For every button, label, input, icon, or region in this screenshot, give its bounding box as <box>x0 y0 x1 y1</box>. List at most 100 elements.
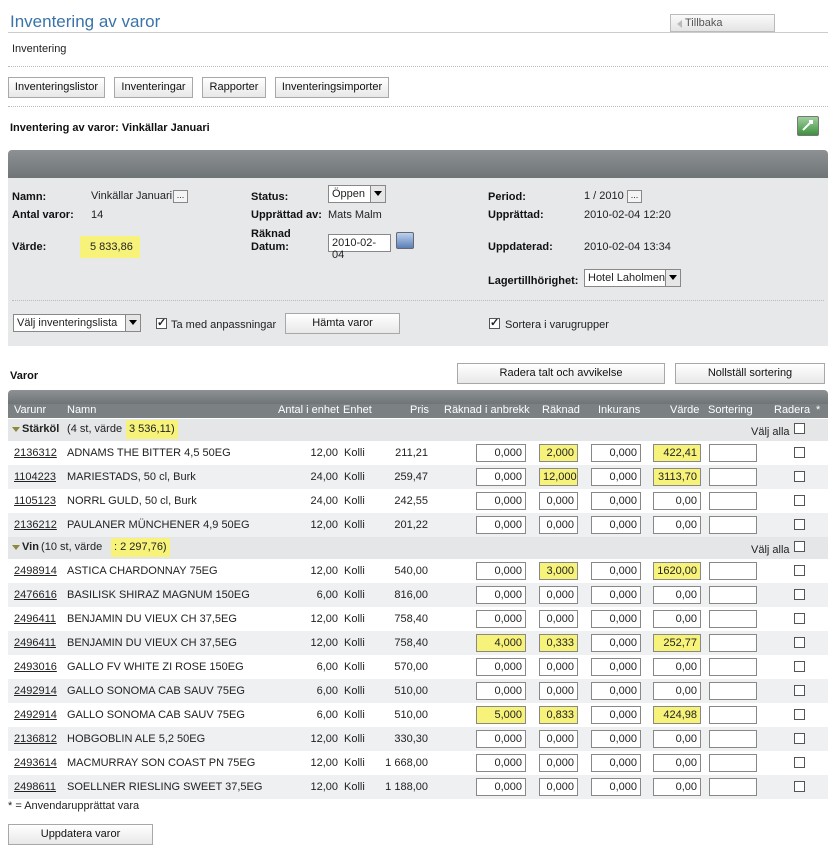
radera-checkbox[interactable] <box>794 733 805 744</box>
raknad-input[interactable]: 0,000 <box>539 778 578 796</box>
inkurans-input[interactable]: 0,000 <box>591 444 641 462</box>
varunr-cell[interactable]: 2492914 <box>14 709 57 721</box>
anbrekk-input[interactable]: 0,000 <box>476 610 526 628</box>
anbrekk-input[interactable]: 0,000 <box>476 492 526 510</box>
raknad-input[interactable]: 12,000 <box>539 468 578 486</box>
raknad-input[interactable]: 2,000 <box>539 444 578 462</box>
raknad-input[interactable]: 0,000 <box>539 516 578 534</box>
anbrekk-input[interactable]: 0,000 <box>476 516 526 534</box>
inkurans-input[interactable]: 0,000 <box>591 658 641 676</box>
hamta-varor-button[interactable]: Hämta varor <box>285 313 400 334</box>
varunr-link[interactable]: 2492914 <box>14 709 57 721</box>
varde-input[interactable]: 252,77 <box>653 634 701 652</box>
varde-input[interactable]: 0,00 <box>653 610 701 628</box>
inkurans-input[interactable]: 0,000 <box>591 562 641 580</box>
varunr-link[interactable]: 2493614 <box>14 757 57 769</box>
tab-rapporter[interactable]: Rapporter <box>202 77 266 98</box>
varde-input[interactable]: 424,98 <box>653 706 701 724</box>
varunr-cell[interactable]: 2493614 <box>14 757 57 769</box>
sortering-input[interactable] <box>709 658 757 676</box>
anbrekk-input[interactable]: 0,000 <box>476 778 526 796</box>
varde-input[interactable]: 0,00 <box>653 754 701 772</box>
raknad-input[interactable]: 0,000 <box>539 730 578 748</box>
varunr-link[interactable]: 1105123 <box>14 495 56 507</box>
group-header[interactable]: Vin (10 st, värde : 2 297,76) Välj alla <box>8 537 828 559</box>
raknad-input[interactable]: 0,000 <box>539 492 578 510</box>
anbrekk-input[interactable]: 0,000 <box>476 586 526 604</box>
varunr-link[interactable]: 2492914 <box>14 685 57 697</box>
calendar-icon[interactable] <box>396 232 414 249</box>
anbrekk-input[interactable]: 5,000 <box>476 706 526 724</box>
varunr-link[interactable]: 1104223 <box>14 471 56 483</box>
varde-input[interactable]: 0,00 <box>653 730 701 748</box>
varde-input[interactable]: 0,00 <box>653 682 701 700</box>
varunr-link[interactable]: 2496411 <box>14 637 56 649</box>
nollstall-button[interactable]: Nollställ sortering <box>675 363 825 384</box>
varunr-cell[interactable]: 1105123 <box>14 495 56 507</box>
varunr-link[interactable]: 2496411 <box>14 613 56 625</box>
excel-export-icon[interactable] <box>797 116 819 136</box>
raknad-input[interactable]: 0,333 <box>539 634 578 652</box>
sortering-input[interactable] <box>709 754 757 772</box>
sortering-input[interactable] <box>709 706 757 724</box>
varunr-cell[interactable]: 2136812 <box>14 733 57 745</box>
varunr-cell[interactable]: 2476616 <box>14 589 57 601</box>
edit-period-button[interactable]: ... <box>627 190 642 203</box>
valj-alla-checkbox[interactable] <box>794 541 805 552</box>
anbrekk-input[interactable]: 0,000 <box>476 562 526 580</box>
inkurans-input[interactable]: 0,000 <box>591 516 641 534</box>
varunr-link[interactable]: 2493016 <box>14 661 57 673</box>
inkurans-input[interactable]: 0,000 <box>591 706 641 724</box>
varunr-cell[interactable]: 2496411 <box>14 613 56 625</box>
varunr-cell[interactable]: 2136312 <box>14 447 57 459</box>
inkurans-input[interactable]: 0,000 <box>591 754 641 772</box>
varde-input[interactable]: 0,00 <box>653 778 701 796</box>
raknad-input[interactable]: 0,833 <box>539 706 578 724</box>
varunr-link[interactable]: 2136312 <box>14 447 57 459</box>
varunr-link[interactable]: 2498611 <box>14 781 56 793</box>
inkurans-input[interactable]: 0,000 <box>591 682 641 700</box>
sortering-input[interactable] <box>709 730 757 748</box>
raknad-input[interactable]: 0,000 <box>539 586 578 604</box>
radera-checkbox[interactable] <box>794 709 805 720</box>
expand-icon[interactable] <box>12 427 20 432</box>
sortering-input[interactable] <box>709 492 757 510</box>
raknad-input[interactable]: 0,000 <box>539 754 578 772</box>
status-select[interactable]: Öppen <box>328 185 386 203</box>
varde-input[interactable]: 422,41 <box>653 444 701 462</box>
anbrekk-input[interactable]: 0,000 <box>476 730 526 748</box>
radera-checkbox[interactable] <box>794 519 805 530</box>
radera-checkbox[interactable] <box>794 471 805 482</box>
anbrekk-input[interactable]: 0,000 <box>476 468 526 486</box>
varde-input[interactable]: 0,00 <box>653 516 701 534</box>
inkurans-input[interactable]: 0,000 <box>591 634 641 652</box>
inventory-list-select[interactable]: Välj inventeringslista <box>13 314 141 332</box>
inkurans-input[interactable]: 0,000 <box>591 610 641 628</box>
anpassningar-checkbox[interactable] <box>156 316 167 329</box>
radera-checkbox[interactable] <box>794 637 805 648</box>
varunr-cell[interactable]: 1104223 <box>14 471 56 483</box>
varunr-cell[interactable]: 2496411 <box>14 637 56 649</box>
varunr-link[interactable]: 2136212 <box>14 519 57 531</box>
inkurans-input[interactable]: 0,000 <box>591 586 641 604</box>
sortering-input[interactable] <box>709 516 757 534</box>
radera-checkbox[interactable] <box>794 613 805 624</box>
radera-checkbox[interactable] <box>794 565 805 576</box>
anbrekk-input[interactable]: 0,000 <box>476 682 526 700</box>
varde-input[interactable]: 3113,70 <box>653 468 701 486</box>
anbrekk-input[interactable]: 4,000 <box>476 634 526 652</box>
varunr-link[interactable]: 2136812 <box>14 733 57 745</box>
sortering-input[interactable] <box>709 444 757 462</box>
sortering-input[interactable] <box>709 610 757 628</box>
tab-inventeringslistor[interactable]: Inventeringslistor <box>8 77 105 98</box>
raknad-input[interactable]: 3,000 <box>539 562 578 580</box>
varunr-cell[interactable]: 2492914 <box>14 685 57 697</box>
inkurans-input[interactable]: 0,000 <box>591 778 641 796</box>
varunr-cell[interactable]: 2498611 <box>14 781 56 793</box>
sortering-input[interactable] <box>709 562 757 580</box>
anbrekk-input[interactable]: 0,000 <box>476 444 526 462</box>
update-button[interactable]: Uppdatera varor <box>8 824 153 845</box>
raknad-input[interactable]: 0,000 <box>539 610 578 628</box>
edit-name-button[interactable]: ... <box>173 190 188 203</box>
sortering-input[interactable] <box>709 778 757 796</box>
